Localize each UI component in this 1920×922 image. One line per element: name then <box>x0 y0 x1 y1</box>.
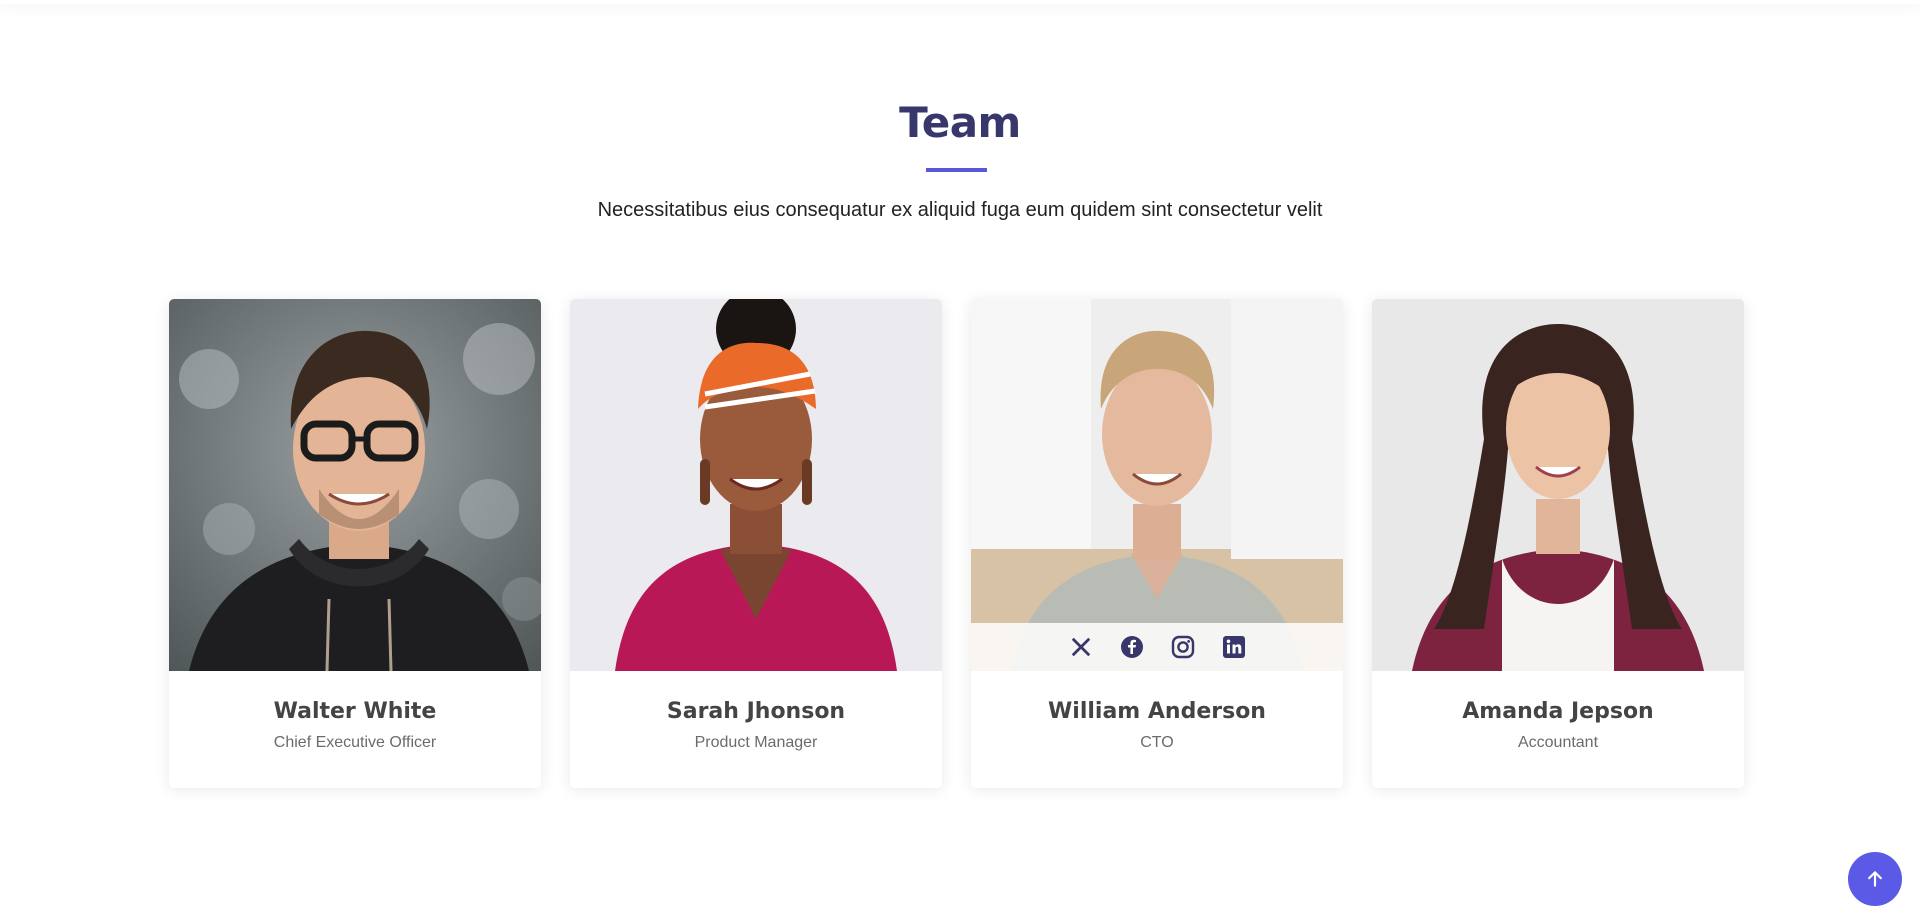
team-member-card: Amanda Jepson Accountant <box>1372 299 1744 788</box>
linkedin-icon[interactable] <box>1221 634 1247 660</box>
member-photo-sarah <box>570 299 942 671</box>
team-section: Team Necessitatibus eius consequatur ex … <box>0 0 1920 922</box>
facebook-icon[interactable] <box>1119 634 1145 660</box>
section-description: Necessitatibus eius consequatur ex aliqu… <box>597 199 1323 221</box>
social-links <box>971 623 1343 671</box>
team-member-card: Walter White Chief Executive Officer <box>169 299 541 788</box>
member-role: CTO <box>1140 734 1174 751</box>
member-name: Walter White <box>273 699 437 724</box>
instagram-icon[interactable] <box>1170 634 1196 660</box>
member-role: Product Manager <box>694 734 818 751</box>
member-role: Chief Executive Officer <box>273 734 437 751</box>
arrow-up-icon <box>1865 869 1885 889</box>
member-name: William Anderson <box>1048 699 1266 724</box>
section-title: Team <box>899 98 1021 147</box>
team-member-card: William Anderson CTO <box>971 299 1343 788</box>
member-name: Amanda Jepson <box>1462 699 1654 724</box>
member-name: Sarah Jhonson <box>666 699 846 724</box>
x-twitter-icon[interactable] <box>1068 634 1094 660</box>
back-to-top-button[interactable] <box>1848 852 1902 906</box>
member-photo-william <box>971 299 1343 671</box>
member-role: Accountant <box>1517 734 1599 751</box>
member-photo-amanda <box>1372 299 1744 671</box>
member-photo-walter <box>169 299 541 671</box>
title-underline <box>926 168 987 172</box>
team-member-card: Sarah Jhonson Product Manager <box>570 299 942 788</box>
